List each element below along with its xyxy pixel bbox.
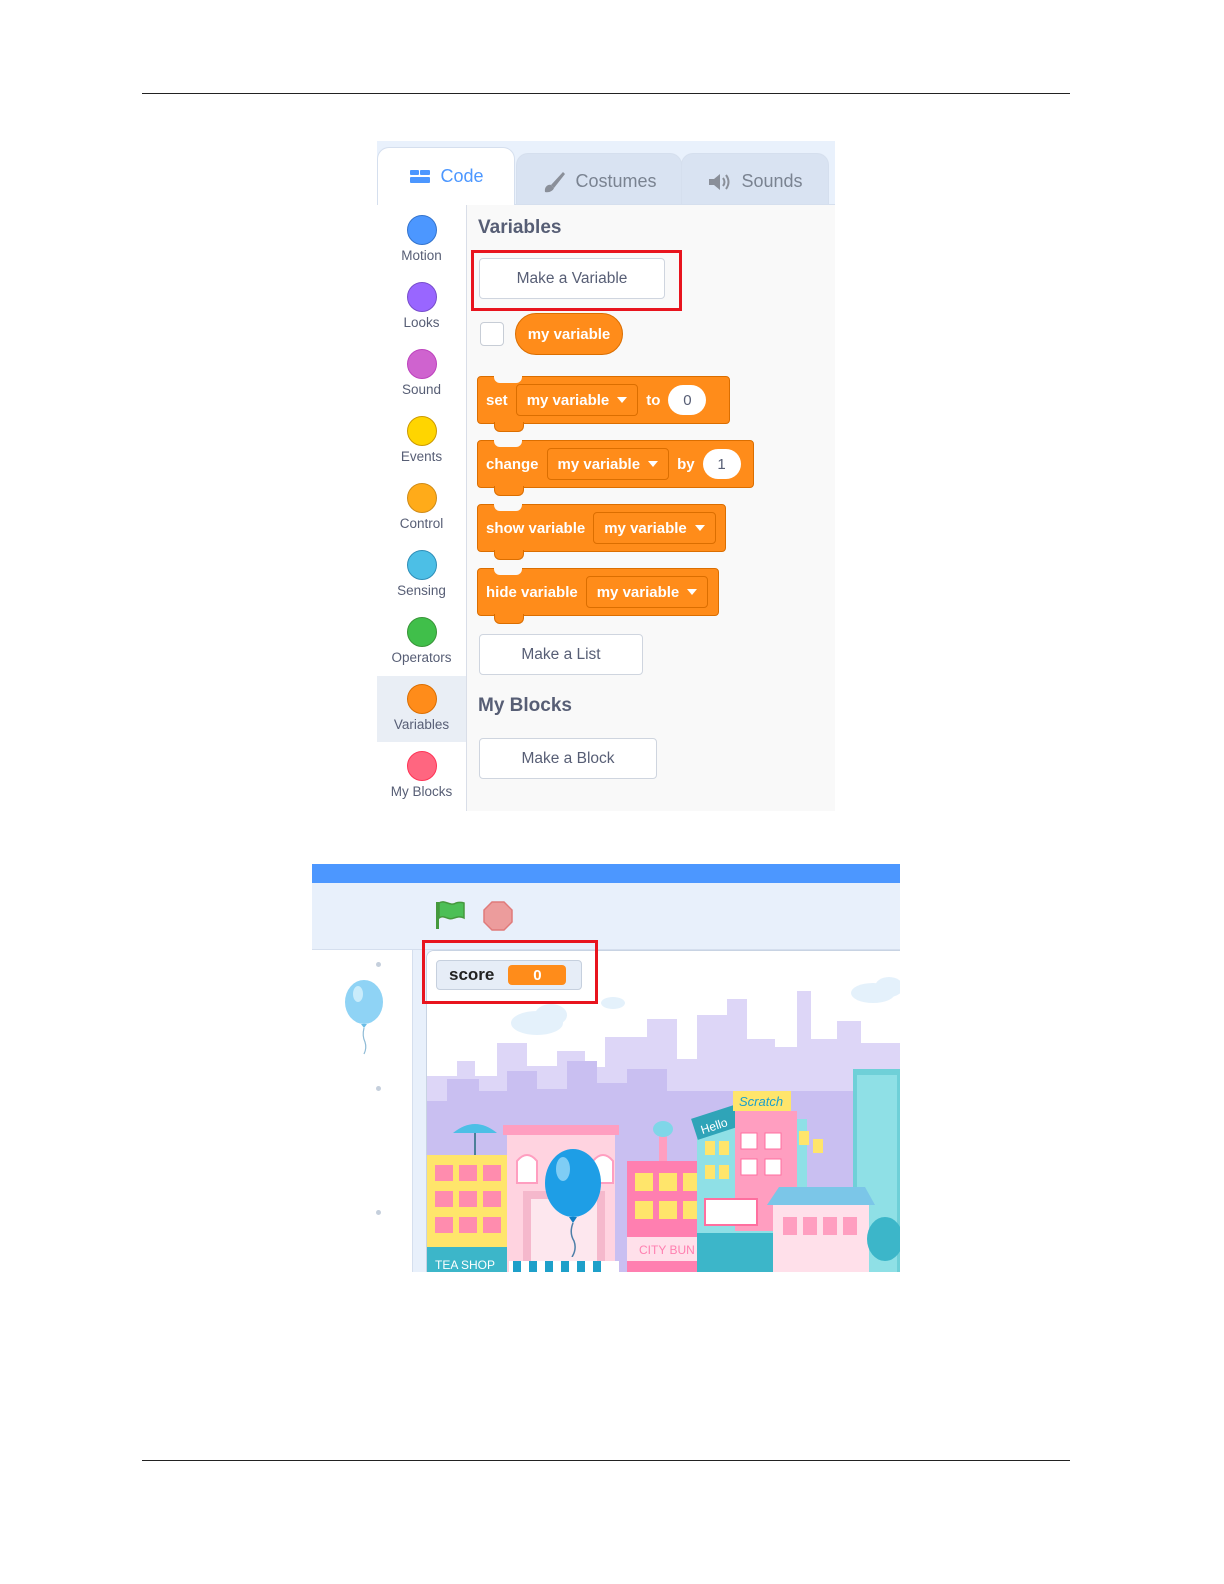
highlight-box	[471, 250, 682, 311]
category-control[interactable]: Control	[377, 475, 466, 541]
make-list-button[interactable]: Make a List	[479, 634, 643, 675]
balloon-thumbnail-icon[interactable]	[342, 978, 388, 1058]
category-label: My Blocks	[390, 784, 453, 799]
chevron-down-icon	[687, 589, 698, 595]
category-dot-icon	[406, 282, 437, 312]
category-motion[interactable]: Motion	[377, 207, 466, 273]
make-block-button[interactable]: Make a Block	[479, 738, 657, 779]
category-my-blocks[interactable]: My Blocks	[377, 743, 466, 809]
scratch-code-editor: Code Costumes Sounds Motion Looks Sound Eve…	[377, 141, 835, 811]
show-variable-label: show variable	[486, 519, 586, 537]
category-label: Sound	[401, 382, 442, 397]
category-dot-icon	[406, 215, 437, 245]
category-label: Operators	[391, 650, 452, 665]
dropdown-value: my variable	[557, 455, 641, 473]
category-label: Looks	[403, 315, 440, 330]
chevron-down-icon	[648, 461, 659, 467]
hide-variable-block[interactable]: hide variable my variable	[477, 568, 719, 624]
category-sensing[interactable]: Sensing	[377, 542, 466, 608]
dropdown-value: my variable	[604, 519, 687, 537]
menu-bar	[312, 864, 900, 883]
tea-shop-sign: TEA SHOP	[435, 1258, 495, 1272]
hide-variable-label: hide variable	[486, 583, 578, 601]
tab-sounds[interactable]: Sounds	[681, 153, 829, 209]
category-variables[interactable]: Variables	[377, 676, 466, 742]
category-label: Motion	[401, 248, 442, 263]
category-sound[interactable]: Sound	[377, 341, 466, 407]
speaker-icon	[709, 173, 730, 190]
scratch-stage-view: TEA SHOP CITY BUN Hello Scratch score 0	[312, 864, 900, 1272]
category-dot-icon	[406, 617, 437, 647]
value-input[interactable]: 1	[702, 449, 741, 479]
chevron-down-icon	[617, 397, 628, 403]
set-label: set	[486, 391, 508, 409]
category-dot-icon	[406, 416, 437, 446]
balloon-sprite[interactable]	[541, 1145, 605, 1257]
tab-code[interactable]: Code	[377, 147, 515, 205]
dropdown-value: my variable	[596, 583, 680, 601]
category-dot-icon	[406, 751, 437, 781]
category-dot-icon	[406, 550, 437, 580]
tab-sounds-label: Sounds	[741, 171, 803, 191]
category-dot-icon	[406, 684, 437, 714]
chevron-down-icon	[694, 525, 705, 531]
highlight-box	[422, 940, 598, 1004]
scratch-sign: Scratch	[739, 1094, 783, 1109]
scroll-dot	[376, 962, 381, 967]
category-menu: Motion Looks Sound Events Control Sensing Oper…	[377, 205, 467, 811]
category-events[interactable]: Events	[377, 408, 466, 474]
tab-costumes[interactable]: Costumes	[516, 153, 682, 209]
sprite-strip	[312, 950, 413, 1272]
dropdown-value: my variable	[526, 391, 610, 409]
category-label: Variables	[393, 717, 450, 732]
variable-dropdown[interactable]: my variable	[593, 512, 716, 544]
code-icon	[410, 169, 431, 183]
variable-dropdown[interactable]: my variable	[585, 576, 709, 608]
variable-checkbox[interactable]	[480, 322, 504, 346]
stage-toolbar	[312, 883, 900, 950]
set-variable-block[interactable]: set my variable to 0	[477, 376, 730, 432]
variable-dropdown[interactable]: my variable	[546, 448, 670, 480]
change-label: change	[486, 455, 539, 473]
green-flag-icon[interactable]	[433, 899, 467, 931]
to-label: to	[646, 391, 661, 409]
by-label: by	[677, 455, 695, 473]
header-rule	[142, 93, 1070, 94]
category-dot-icon	[406, 349, 437, 379]
block-palette: Variables Make a Variable my variable se…	[467, 205, 835, 811]
variables-section-title: Variables	[478, 217, 562, 238]
change-variable-block[interactable]: change my variable by 1	[477, 440, 754, 496]
category-dot-icon	[406, 483, 437, 513]
scroll-dot	[376, 1210, 381, 1215]
category-label: Events	[400, 449, 443, 464]
footer-rule	[142, 1460, 1070, 1461]
brush-icon	[545, 171, 566, 192]
stop-icon[interactable]	[482, 900, 514, 932]
scroll-dot	[376, 1086, 381, 1091]
value-input[interactable]: 0	[668, 385, 707, 415]
variable-reporter-block[interactable]: my variable	[515, 313, 623, 355]
category-label: Control	[399, 516, 444, 531]
category-operators[interactable]: Operators	[377, 609, 466, 675]
category-looks[interactable]: Looks	[377, 274, 466, 340]
my-blocks-section-title: My Blocks	[478, 695, 572, 716]
tab-costumes-label: Costumes	[575, 171, 657, 191]
city-bun-sign: CITY BUN	[639, 1243, 695, 1257]
variable-dropdown[interactable]: my variable	[515, 384, 639, 416]
show-variable-block[interactable]: show variable my variable	[477, 504, 726, 560]
category-label: Sensing	[397, 583, 446, 598]
tab-code-label: Code	[440, 166, 484, 186]
